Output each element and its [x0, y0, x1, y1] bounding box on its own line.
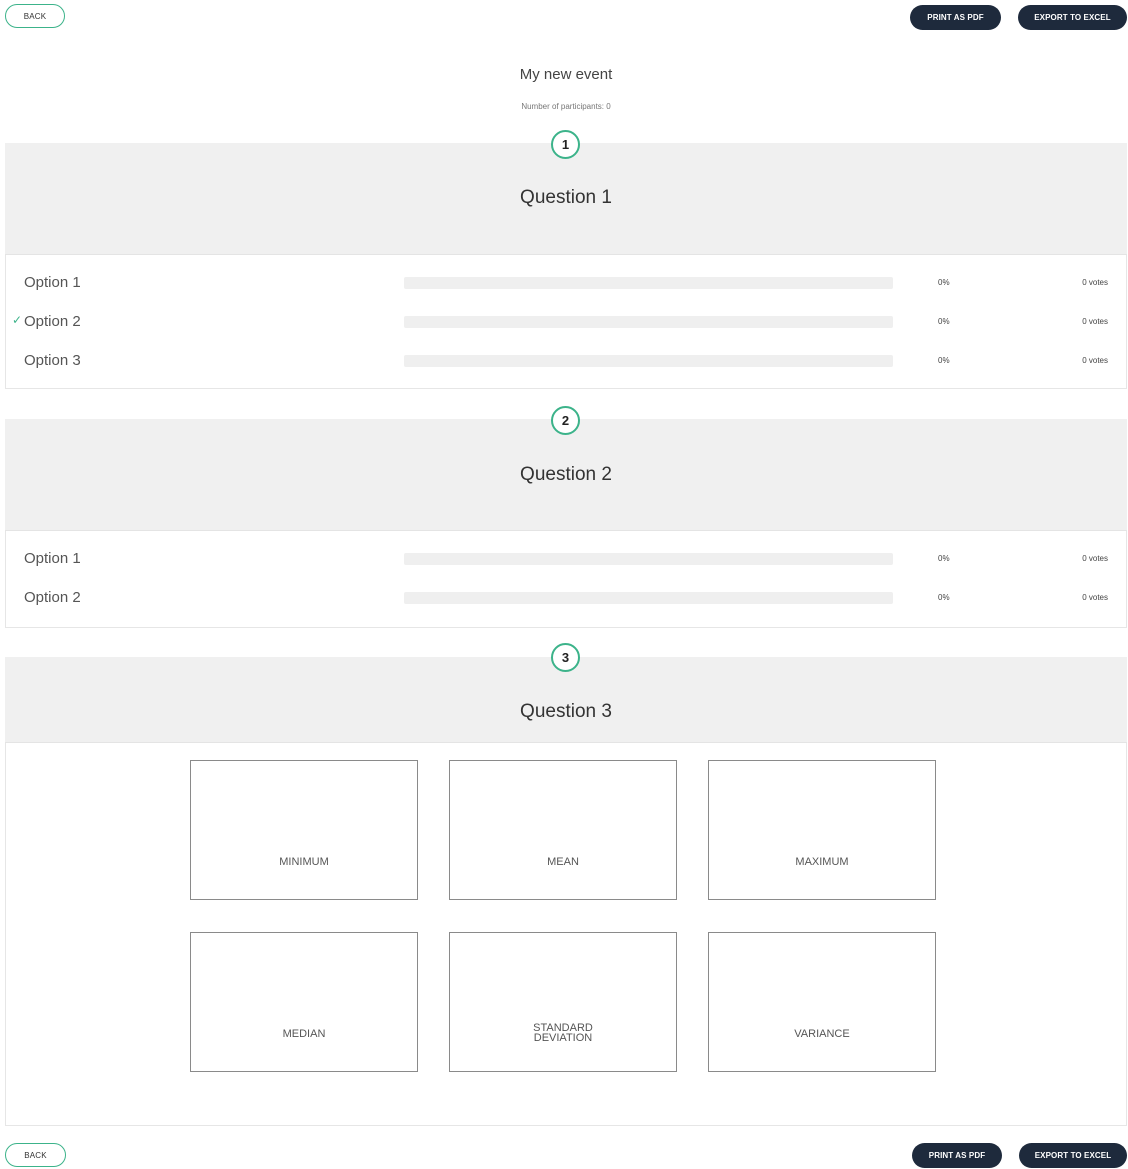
option-progress-bar	[404, 592, 893, 604]
option-votes: 0 votes	[1082, 356, 1108, 365]
option-percent: 0%	[938, 593, 950, 602]
export-excel-button-top[interactable]: EXPORT TO EXCEL	[1018, 5, 1127, 30]
option-label: Option 1	[24, 274, 81, 291]
option-votes: 0 votes	[1082, 278, 1108, 287]
export-excel-button-bottom[interactable]: EXPORT TO EXCEL	[1019, 1143, 1127, 1168]
stat-label: MAXIMUM	[795, 856, 849, 868]
question-2-number-badge: 2	[551, 406, 580, 435]
option-percent: 0%	[938, 278, 950, 287]
back-button-bottom[interactable]: BACK	[5, 1143, 66, 1167]
question-2-title: Question 2	[520, 464, 612, 485]
option-progress-bar	[404, 316, 893, 328]
option-label: Option 1	[24, 550, 81, 567]
option-row: ✓ Option 2 0% 0 votes	[6, 311, 1126, 333]
question-3-title: Question 3	[520, 701, 612, 722]
print-pdf-button-bottom[interactable]: PRINT AS PDF	[912, 1143, 1002, 1168]
stat-label: VARIANCE	[794, 1028, 850, 1040]
option-votes: 0 votes	[1082, 317, 1108, 326]
option-row: Option 1 0% 0 votes	[6, 272, 1126, 294]
option-label: Option 2	[24, 589, 81, 606]
stat-label: STANDARD DEVIATION	[533, 1022, 593, 1044]
option-row: Option 1 0% 0 votes	[6, 548, 1126, 570]
option-percent: 0%	[938, 356, 950, 365]
stat-label: MINIMUM	[279, 856, 329, 868]
participants-count: Number of participants: 0	[521, 102, 611, 111]
check-icon: ✓	[12, 313, 23, 327]
option-label: Option 3	[24, 352, 81, 369]
question-2-header: Question 2	[5, 419, 1127, 531]
question-3-number-badge: 3	[551, 643, 580, 672]
event-title: My new event	[519, 66, 613, 83]
print-pdf-button-top[interactable]: PRINT AS PDF	[910, 5, 1001, 30]
option-votes: 0 votes	[1082, 554, 1108, 563]
option-progress-bar	[404, 553, 893, 565]
stat-label: MEAN	[547, 856, 579, 868]
stat-variance: VARIANCE	[708, 932, 936, 1072]
option-percent: 0%	[938, 317, 950, 326]
stat-median: MEDIAN	[190, 932, 418, 1072]
option-progress-bar	[404, 277, 893, 289]
option-label: Option 2	[24, 313, 81, 330]
question-1-header: Question 1	[5, 143, 1127, 255]
question-2-results: Option 1 0% 0 votes Option 2 0% 0 votes	[5, 531, 1127, 628]
option-row: Option 3 0% 0 votes	[6, 350, 1126, 372]
stat-maximum: MAXIMUM	[708, 760, 936, 900]
stat-label: MEDIAN	[282, 1028, 326, 1040]
question-1-number-badge: 1	[551, 130, 580, 159]
stat-mean: MEAN	[449, 760, 677, 900]
back-button-top[interactable]: BACK	[5, 4, 65, 28]
option-votes: 0 votes	[1082, 593, 1108, 602]
question-1-title: Question 1	[520, 187, 612, 208]
stat-minimum: MINIMUM	[190, 760, 418, 900]
option-percent: 0%	[938, 554, 950, 563]
option-progress-bar	[404, 355, 893, 367]
question-1-results: Option 1 0% 0 votes ✓ Option 2 0% 0 vote…	[5, 255, 1127, 389]
option-row: Option 2 0% 0 votes	[6, 587, 1126, 609]
stat-standard-deviation: STANDARD DEVIATION	[449, 932, 677, 1072]
